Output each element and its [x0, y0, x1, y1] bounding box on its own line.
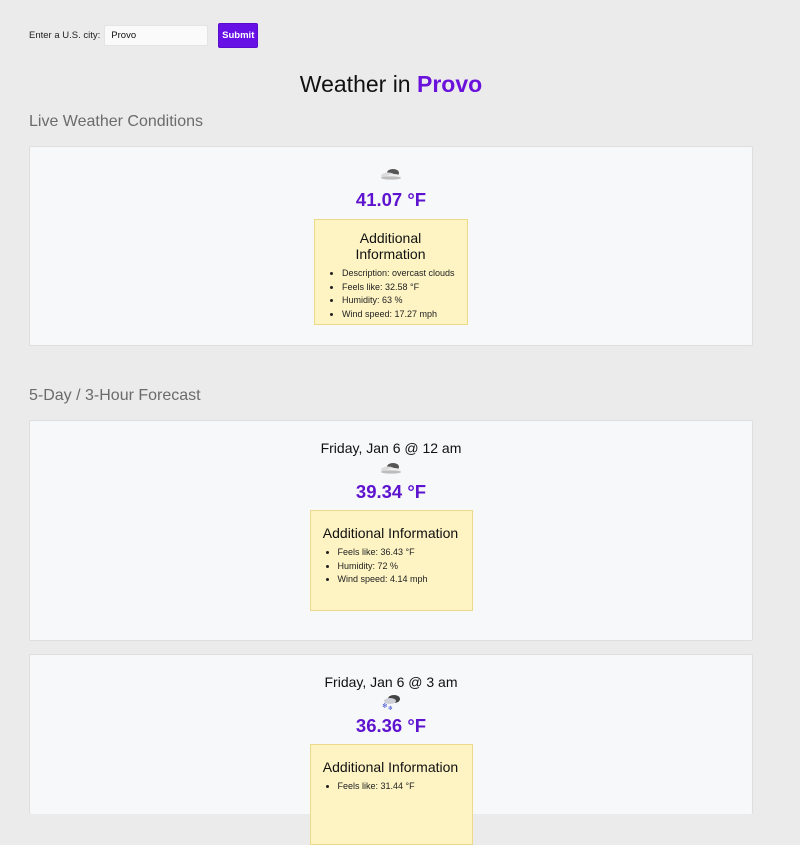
- forecast-details-list: Feels like: 36.43 °F Humidity: 72 % Wind…: [320, 546, 462, 587]
- forecast-additional-info: Additional Information Feels like: 36.43…: [309, 510, 473, 611]
- list-item: Humidity: 63 %: [342, 294, 457, 308]
- live-additional-info: Additional Information Description: over…: [314, 219, 468, 325]
- forecast-info-title: Additional Information: [322, 759, 459, 775]
- overcast-clouds-icon: [381, 463, 401, 474]
- forecast-date: Friday, Jan 6 @ 12 am: [320, 440, 462, 456]
- forecast-temperature: 36.36 °F: [355, 715, 427, 736]
- live-details-list: Description: overcast clouds Feels like:…: [324, 267, 457, 321]
- live-temperature: 41.07 °F: [355, 189, 427, 210]
- snow-icon: ❄ ❄: [382, 695, 400, 711]
- list-item: Humidity: 72 %: [338, 560, 462, 574]
- forecast-card: Friday, Jan 6 @ 12 am 39.34 °F Additiona…: [29, 420, 753, 641]
- forecast-heading: 5-Day / 3-Hour Forecast: [29, 387, 201, 404]
- svg-text:❄: ❄: [388, 705, 393, 711]
- list-item: Description: overcast clouds: [342, 267, 457, 281]
- forecast-temperature: 39.34 °F: [355, 481, 427, 502]
- list-item: Feels like: 36.43 °F: [338, 546, 462, 560]
- list-item: Wind speed: 17.27 mph: [342, 308, 457, 322]
- live-weather-card: 41.07 °F Additional Information Descript…: [29, 146, 753, 346]
- city-input[interactable]: [104, 25, 209, 46]
- overcast-clouds-icon: [381, 169, 401, 180]
- list-item: Feels like: 32.58 °F: [342, 281, 457, 295]
- submit-button[interactable]: Submit: [218, 23, 259, 48]
- page-title-prefix: Weather in: [299, 71, 411, 97]
- live-conditions-heading: Live Weather Conditions: [29, 113, 204, 130]
- page-title: Weather in Provo: [0, 71, 782, 98]
- forecast-card: Friday, Jan 6 @ 3 am ❄ ❄ 36.36 °F Additi…: [29, 654, 753, 845]
- forecast-details-list: Feels like: 31.44 °F: [320, 780, 462, 794]
- page-title-city: Provo: [417, 71, 483, 97]
- live-info-title: Additional Information: [355, 230, 426, 262]
- forecast-date: Friday, Jan 6 @ 3 am: [324, 674, 458, 690]
- list-item: Feels like: 31.44 °F: [338, 780, 462, 794]
- forecast-additional-info: Additional Information Feels like: 31.44…: [309, 744, 473, 845]
- list-item: Wind speed: 4.14 mph: [338, 573, 462, 587]
- city-search-form: Enter a U.S. city: Submit: [29, 23, 259, 48]
- city-input-label: Enter a U.S. city:: [29, 30, 101, 41]
- forecast-info-title: Additional Information: [322, 525, 459, 541]
